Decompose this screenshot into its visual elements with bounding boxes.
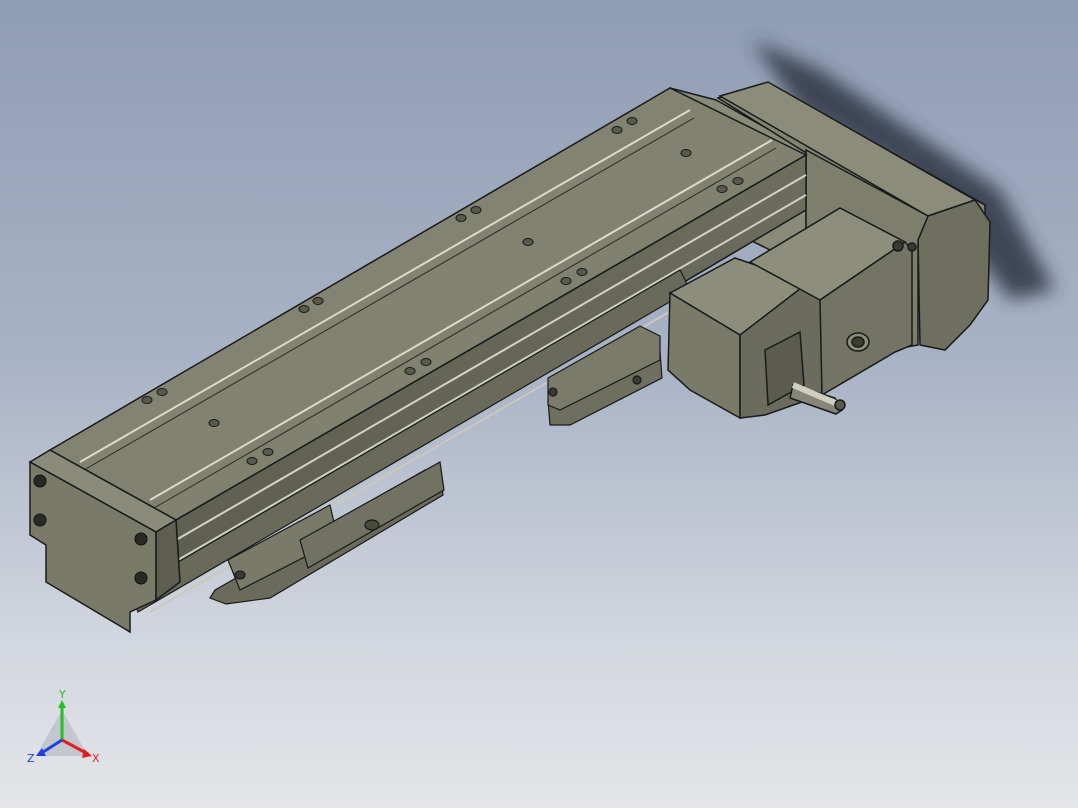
y-axis-label: Y [58,688,66,701]
mounting-hole [33,513,47,527]
mounting-hole [134,571,148,585]
linear-actuator-model[interactable] [0,0,1078,808]
z-axis-label: Z [27,752,35,765]
orientation-triad[interactable]: Y X Z [18,688,118,778]
mounting-hole [134,532,148,546]
graphics-viewport[interactable]: Y X Z [0,0,1078,808]
mounting-hole [33,474,47,488]
motor-block-side [917,199,991,351]
x-axis-label: X [92,752,100,765]
y-arrow-icon [58,700,66,708]
